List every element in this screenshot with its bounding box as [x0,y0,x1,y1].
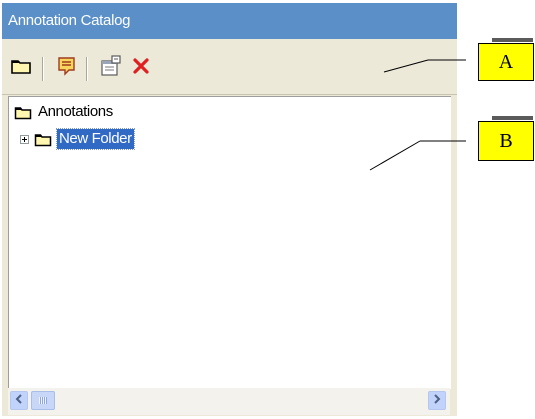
callout-a-box: A [478,43,534,81]
new-annotation-button[interactable] [54,55,80,81]
callout-b-box: B [478,121,534,161]
note-icon [56,55,78,82]
toolbar-separator [86,57,88,81]
screenshot-stage: Annotation Catalog Annotations New Folde… [0,0,535,419]
callout-b-label: B [499,129,513,152]
panel-title: Annotation Catalog [2,3,457,39]
callout-a-shadow [492,38,533,42]
tree-node-root[interactable]: Annotations [14,102,115,122]
properties-button[interactable] [98,54,124,83]
annotation-tree: Annotations New Folder [8,96,451,389]
horizontal-scrollbar[interactable] [8,388,450,415]
scroll-left-button[interactable] [10,391,28,410]
properties-icon [99,54,123,83]
chevron-left-icon [15,394,23,407]
delete-button[interactable] [128,55,154,81]
expand-plus-icon[interactable] [20,134,29,144]
chevron-right-icon [433,394,441,407]
tree-node-new-folder[interactable]: New Folder [20,128,135,150]
callout-a-label: A [498,50,514,73]
delete-icon [132,57,150,80]
folder-icon [14,105,32,120]
new-folder-button[interactable] [8,55,34,81]
scroll-right-button[interactable] [428,391,446,410]
folder-icon [34,132,52,147]
toolbar [2,39,457,95]
annotation-catalog-panel: Annotation Catalog Annotations New Folde… [2,3,457,416]
tree-node-label: New Folder [56,128,135,150]
toolbar-separator [42,57,44,81]
tree-node-label: Annotations [38,103,113,120]
scroll-thumb[interactable] [31,391,55,410]
folder-icon [10,57,32,80]
callout-b-shadow [492,116,533,120]
